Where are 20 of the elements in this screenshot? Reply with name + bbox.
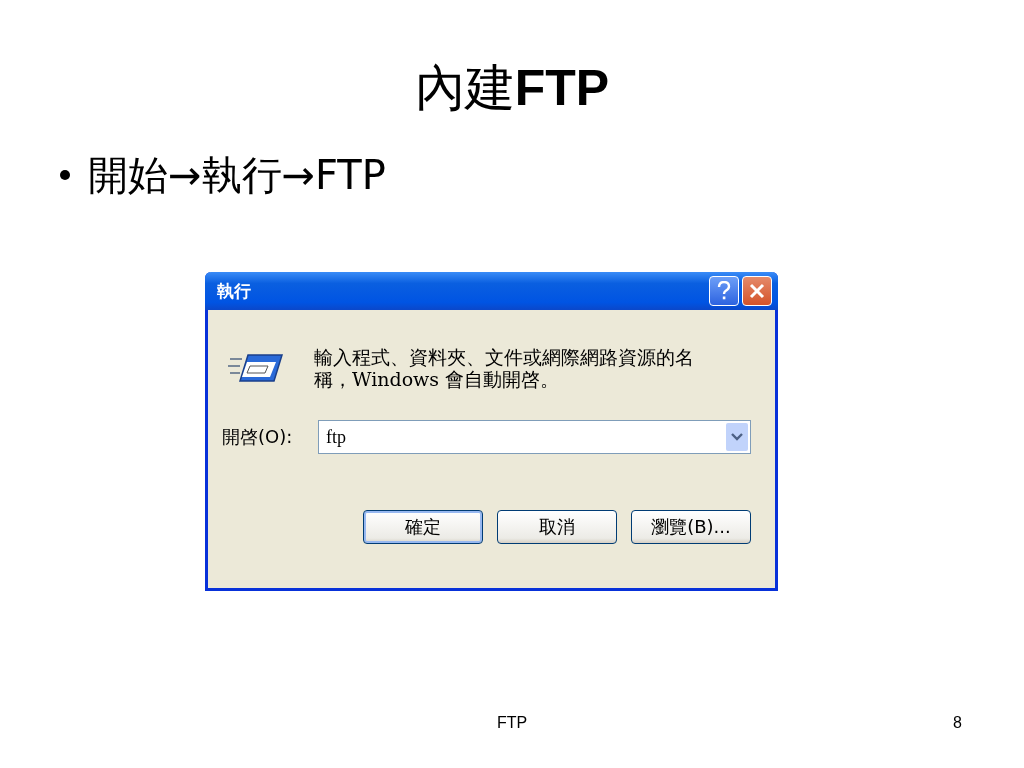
open-label: 開啓(O): xyxy=(222,425,294,449)
description-text: 輸入程式、資料夾、文件或網際網路資源的名稱，Windows 會自動開啓。 xyxy=(314,346,695,390)
question-mark-icon xyxy=(717,281,731,301)
help-button[interactable] xyxy=(709,276,739,306)
dialog-button[interactable]: 取消 xyxy=(497,510,617,544)
bullet-icon xyxy=(60,170,70,180)
dialog-button[interactable]: 確定 xyxy=(363,510,483,544)
run-window-icon xyxy=(228,351,284,385)
chevron-down-icon xyxy=(731,433,743,441)
open-combo-box[interactable]: ftp xyxy=(318,420,751,454)
window-title: 執行 xyxy=(217,279,252,303)
close-button[interactable] xyxy=(742,276,772,306)
close-icon xyxy=(749,283,765,299)
open-input-field[interactable]: ftp xyxy=(324,425,726,449)
bullet-text: 開始→執行→FTP xyxy=(88,151,386,200)
footer-text: FTP xyxy=(496,714,528,732)
slide-title: 內建FTP xyxy=(413,59,611,118)
dialog-button[interactable]: 瀏覽(B)... xyxy=(631,510,751,544)
page-number: 8 xyxy=(953,714,962,732)
dropdown-button[interactable] xyxy=(726,423,748,451)
